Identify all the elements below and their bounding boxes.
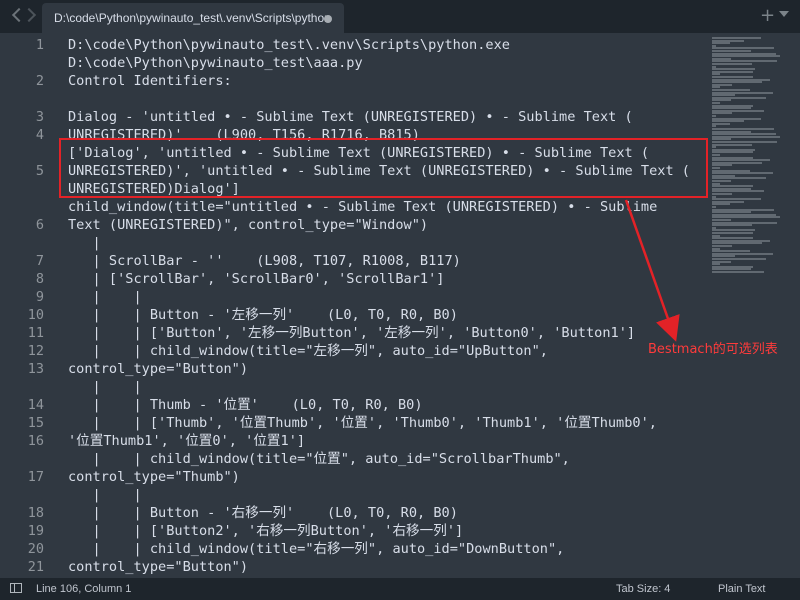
line-number-gutter: 1 2 3 4 5 6 7 8 9 10 11 12 13 14 15 16 17 18 19 20 21 [0, 33, 58, 578]
code-line: | | ['Button', '左移一列Button', '左移一列', 'Bu… [68, 325, 636, 341]
line-number: 10 [27, 307, 44, 323]
code-line: Dialog - 'untitled • - Sublime Text (UNR… [68, 109, 633, 125]
tab-size-selector[interactable]: Tab Size: 4 [616, 583, 670, 595]
code-line: | | Button - '左移一列' (L0, T0, R0, B0) [68, 307, 458, 323]
minimap-line [712, 224, 752, 227]
annotation-label: Bestmach的可选列表 [648, 342, 778, 357]
line-number: 8 [35, 271, 44, 287]
line-number: 16 [27, 433, 44, 449]
tab-bar: D:\code\Python\pywinauto_test\.venv\Scri… [0, 0, 800, 33]
code-line: child_window(title="untitled • - Sublime… [68, 199, 658, 215]
status-bar: Line 106, Column 1 Tab Size: 4 Plain Tex… [0, 578, 800, 600]
line-number: 2 [35, 73, 44, 89]
line-number: 17 [27, 469, 44, 485]
code-line: '位置Thumb1', '位置0', '位置1'] [68, 433, 306, 449]
line-number: 4 [35, 127, 44, 143]
unsaved-dot-icon[interactable] [324, 15, 332, 23]
line-number: 7 [35, 253, 44, 269]
line-number: 19 [27, 523, 44, 539]
line-number: 5 [35, 163, 44, 179]
line-number: 18 [27, 505, 44, 521]
cursor-position: Line 106, Column 1 [36, 583, 132, 595]
minimap[interactable] [712, 33, 800, 578]
minimap-line [712, 63, 752, 65]
code-line: Control Identifiers: [68, 73, 232, 89]
line-number: 3 [35, 109, 44, 125]
line-number: 11 [27, 325, 44, 341]
line-number: 12 [27, 343, 44, 359]
line-number: 14 [27, 397, 44, 413]
code-line: | | [68, 487, 142, 503]
code-line: | | [68, 289, 142, 305]
file-tab[interactable]: D:\code\Python\pywinauto_test\.venv\Scri… [42, 3, 344, 33]
code-line: | [68, 235, 101, 251]
code-line: D:\code\Python\pywinauto_test\aaa.py [68, 55, 363, 71]
code-line: | ScrollBar - '' (L908, T107, R1008, B11… [68, 253, 461, 269]
line-number: 9 [35, 289, 44, 305]
code-line: | | [68, 379, 142, 395]
line-number: 13 [27, 361, 44, 377]
minimap-line [712, 143, 752, 146]
annotation-highlight-box [59, 138, 708, 198]
code-line: control_type="Button") [68, 559, 249, 575]
line-number: 1 [35, 37, 44, 53]
code-line: | | child_window(title="左移一列", auto_id="… [68, 343, 548, 359]
tab-scroll-right-icon[interactable] [21, 7, 37, 23]
code-line: D:\code\Python\pywinauto_test\.venv\Scri… [68, 37, 510, 53]
minimap-line [712, 271, 765, 273]
code-line: | | Thumb - '位置' (L0, T0, R0, B0) [68, 397, 423, 413]
panel-toggle-icon[interactable] [10, 583, 22, 593]
line-number: 21 [27, 559, 44, 575]
code-line: | | child_window(title="右移一列", auto_id="… [68, 541, 565, 557]
code-line: | | Button - '右移一列' (L0, T0, R0, B0) [68, 505, 458, 521]
tab-list-chevron-down-icon[interactable] [779, 11, 789, 17]
code-line: control_type="Thumb") [68, 469, 240, 485]
code-line: | | ['Thumb', '位置Thumb', '位置', 'Thumb0',… [68, 415, 657, 431]
new-tab-plus-icon[interactable]: + [760, 5, 775, 26]
syntax-selector[interactable]: Plain Text [718, 583, 766, 595]
file-tab-title: D:\code\Python\pywinauto_test\.venv\Scri… [54, 11, 331, 25]
code-line: Text (UNREGISTERED)", control_type="Wind… [68, 217, 429, 233]
code-line: control_type="Button") [68, 361, 249, 377]
code-line: | | ['Button2', '右移一列Button', '右移一列'] [68, 523, 464, 539]
line-number: 20 [27, 541, 44, 557]
code-line: | | child_window(title="位置", auto_id="Sc… [68, 451, 570, 467]
annotation-arrow-icon [624, 199, 680, 342]
code-line: | ['ScrollBar', 'ScrollBar0', 'ScrollBar… [68, 271, 445, 287]
line-number: 6 [35, 217, 44, 233]
line-number: 15 [27, 415, 44, 431]
